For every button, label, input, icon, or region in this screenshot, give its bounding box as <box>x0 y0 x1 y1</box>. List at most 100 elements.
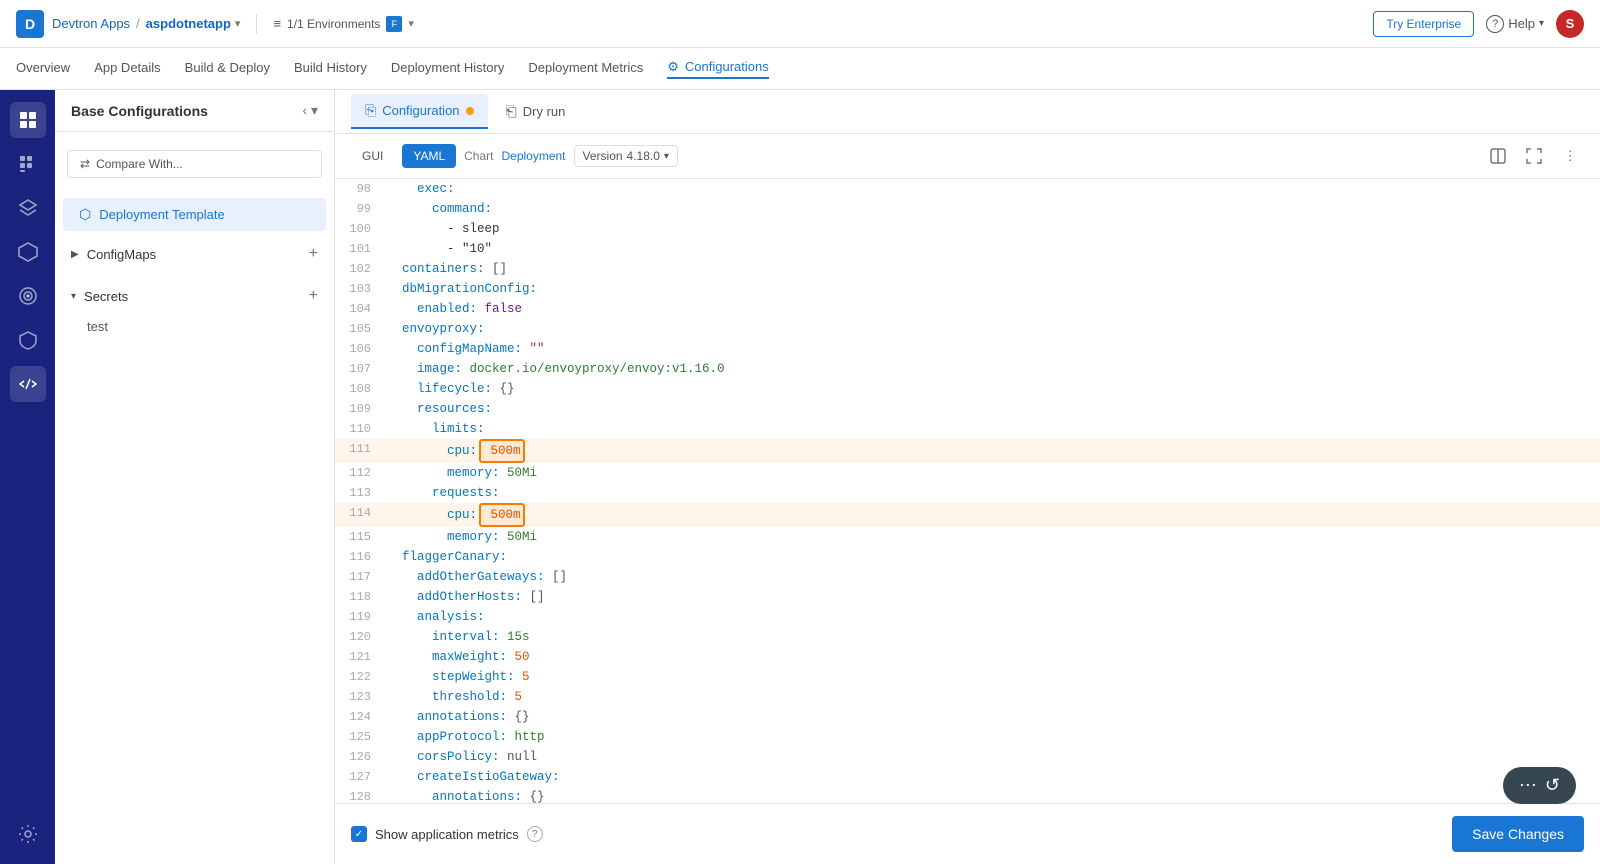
nav-deployment-history[interactable]: Deployment History <box>391 60 504 77</box>
code-line-122[interactable]: 122 stepWeight: 5 <box>335 667 1600 687</box>
help-circle-icon: ? <box>1486 15 1504 33</box>
configmaps-expand-icon: ▶ <box>71 249 79 260</box>
deployment-template-label: Deployment Template <box>99 207 225 222</box>
line-number: 109 <box>335 399 383 419</box>
try-enterprise-button[interactable]: Try Enterprise <box>1373 11 1474 37</box>
line-number: 127 <box>335 767 383 787</box>
code-line-116[interactable]: 116 flaggerCanary: <box>335 547 1600 567</box>
tab-configuration[interactable]: ⎘ Configuration <box>351 94 488 129</box>
code-line-128[interactable]: 128 annotations: {} <box>335 787 1600 803</box>
configmaps-header[interactable]: ▶ ConfigMaps + <box>55 237 334 271</box>
more-options-button[interactable]: ⋮ <box>1556 142 1584 170</box>
sidebar-icon-cube[interactable] <box>10 234 46 270</box>
code-line-101[interactable]: 101 - "10" <box>335 239 1600 259</box>
config-tab-icon: ⎘ <box>365 102 376 119</box>
line-content: corsPolicy: null <box>383 747 1600 767</box>
split-view-button[interactable] <box>1484 142 1512 170</box>
code-line-120[interactable]: 120 interval: 15s <box>335 627 1600 647</box>
user-avatar[interactable]: S <box>1556 10 1584 38</box>
line-number: 111 <box>335 439 383 459</box>
sidebar-icon-layers[interactable] <box>10 190 46 226</box>
nav-deployment-metrics[interactable]: Deployment Metrics <box>528 60 643 77</box>
version-selector[interactable]: Version 4.18.0 ▾ <box>574 145 678 167</box>
code-line-107[interactable]: 107 image: docker.io/envoyproxy/envoy:v1… <box>335 359 1600 379</box>
help-button[interactable]: ? Help ▾ <box>1486 15 1544 33</box>
code-line-102[interactable]: 102 containers: [] <box>335 259 1600 279</box>
devtron-logo: D <box>16 10 44 38</box>
fab-container[interactable]: ⋯ ↺ <box>1503 767 1576 804</box>
sidebar-icon-code[interactable] <box>10 366 46 402</box>
code-line-119[interactable]: 119 analysis: <box>335 607 1600 627</box>
line-number: 125 <box>335 727 383 747</box>
code-line-106[interactable]: 106 configMapName: "" <box>335 339 1600 359</box>
secrets-header[interactable]: ▾ Secrets + <box>55 279 334 313</box>
sidebar-item-deployment-template[interactable]: ⬡ Deployment Template <box>63 198 326 231</box>
code-line-99[interactable]: 99 command: <box>335 199 1600 219</box>
code-line-127[interactable]: 127 createIstioGateway: <box>335 767 1600 787</box>
sidebar-icon-shield[interactable] <box>10 322 46 358</box>
compare-icon: ⇄ <box>80 157 90 171</box>
show-metrics-checkbox[interactable]: ✓ <box>351 826 367 842</box>
code-line-112[interactable]: 112 memory: 50Mi <box>335 463 1600 483</box>
deployment-template-icon: ⬡ <box>79 206 91 223</box>
code-editor[interactable]: 98 exec:99 command:100 - sleep101 - "10"… <box>335 179 1600 803</box>
environment-selector[interactable]: ≡ 1/1 Environments F ▾ <box>273 16 414 32</box>
code-line-123[interactable]: 123 threshold: 5 <box>335 687 1600 707</box>
code-line-125[interactable]: 125 appProtocol: http <box>335 727 1600 747</box>
code-line-103[interactable]: 103 dbMigrationConfig: <box>335 279 1600 299</box>
line-number: 102 <box>335 259 383 279</box>
nav-overview[interactable]: Overview <box>16 60 70 77</box>
sidebar-icon-target[interactable] <box>10 278 46 314</box>
code-line-110[interactable]: 110 limits: <box>335 419 1600 439</box>
code-line-117[interactable]: 117 addOtherGateways: [] <box>335 567 1600 587</box>
metrics-help-icon[interactable]: ? <box>527 826 543 842</box>
code-line-109[interactable]: 109 resources: <box>335 399 1600 419</box>
code-line-115[interactable]: 115 memory: 50Mi <box>335 527 1600 547</box>
save-changes-button[interactable]: Save Changes <box>1452 816 1584 852</box>
code-line-98[interactable]: 98 exec: <box>335 179 1600 199</box>
sidebar-icon-grid[interactable] <box>10 102 46 138</box>
editor-footer: ✓ Show application metrics ? Save Change… <box>335 803 1600 864</box>
line-content: analysis: <box>383 607 1600 627</box>
sidebar-icon-settings[interactable] <box>10 816 46 852</box>
collapse-sidebar-icon[interactable]: ‹ ▾ <box>302 102 318 119</box>
code-line-100[interactable]: 100 - sleep <box>335 219 1600 239</box>
code-line-124[interactable]: 124 annotations: {} <box>335 707 1600 727</box>
code-line-104[interactable]: 104 enabled: false <box>335 299 1600 319</box>
nav-build-history[interactable]: Build History <box>294 60 367 77</box>
yaml-button[interactable]: YAML <box>402 144 456 168</box>
config-tab-unsaved-dot <box>466 107 474 115</box>
compare-with-button[interactable]: ⇄ Compare With... <box>67 150 322 178</box>
nav-configurations[interactable]: ⚙ Configurations <box>667 59 768 79</box>
app-name-dropdown[interactable]: aspdotnetapp ▾ <box>146 16 241 31</box>
secret-item-test[interactable]: test <box>55 313 334 340</box>
main-layout: Base Configurations ‹ ▾ ⇄ Compare With..… <box>0 90 1600 864</box>
code-line-121[interactable]: 121 maxWeight: 50 <box>335 647 1600 667</box>
gui-button[interactable]: GUI <box>351 144 394 168</box>
line-content: stepWeight: 5 <box>383 667 1600 687</box>
line-number: 120 <box>335 627 383 647</box>
deployment-selector[interactable]: Deployment <box>501 149 565 163</box>
line-number: 118 <box>335 587 383 607</box>
secrets-add-icon[interactable]: + <box>309 287 318 305</box>
line-content: command: <box>383 199 1600 219</box>
code-line-111[interactable]: 111 cpu: 500m <box>335 439 1600 463</box>
code-line-108[interactable]: 108 lifecycle: {} <box>335 379 1600 399</box>
fullscreen-button[interactable] <box>1520 142 1548 170</box>
code-line-126[interactable]: 126 corsPolicy: null <box>335 747 1600 767</box>
code-line-113[interactable]: 113 requests: <box>335 483 1600 503</box>
code-line-118[interactable]: 118 addOtherHosts: [] <box>335 587 1600 607</box>
code-line-105[interactable]: 105 envoyproxy: <box>335 319 1600 339</box>
fab-cycle-icon: ↺ <box>1545 775 1560 796</box>
nav-build-deploy[interactable]: Build & Deploy <box>185 60 270 77</box>
line-content: - sleep <box>383 219 1600 239</box>
configmaps-add-icon[interactable]: + <box>309 245 318 263</box>
chart-label: Chart <box>464 149 493 163</box>
tab-dry-run[interactable]: ⎗ Dry run <box>492 95 580 128</box>
sidebar-icon-apps[interactable] <box>10 146 46 182</box>
nav-app-details[interactable]: App Details <box>94 60 160 77</box>
code-line-114[interactable]: 114 cpu: 500m <box>335 503 1600 527</box>
brand-link[interactable]: Devtron Apps <box>52 16 130 31</box>
configmaps-label-group: ▶ ConfigMaps <box>71 247 156 262</box>
breadcrumb-sep: / <box>136 16 140 31</box>
